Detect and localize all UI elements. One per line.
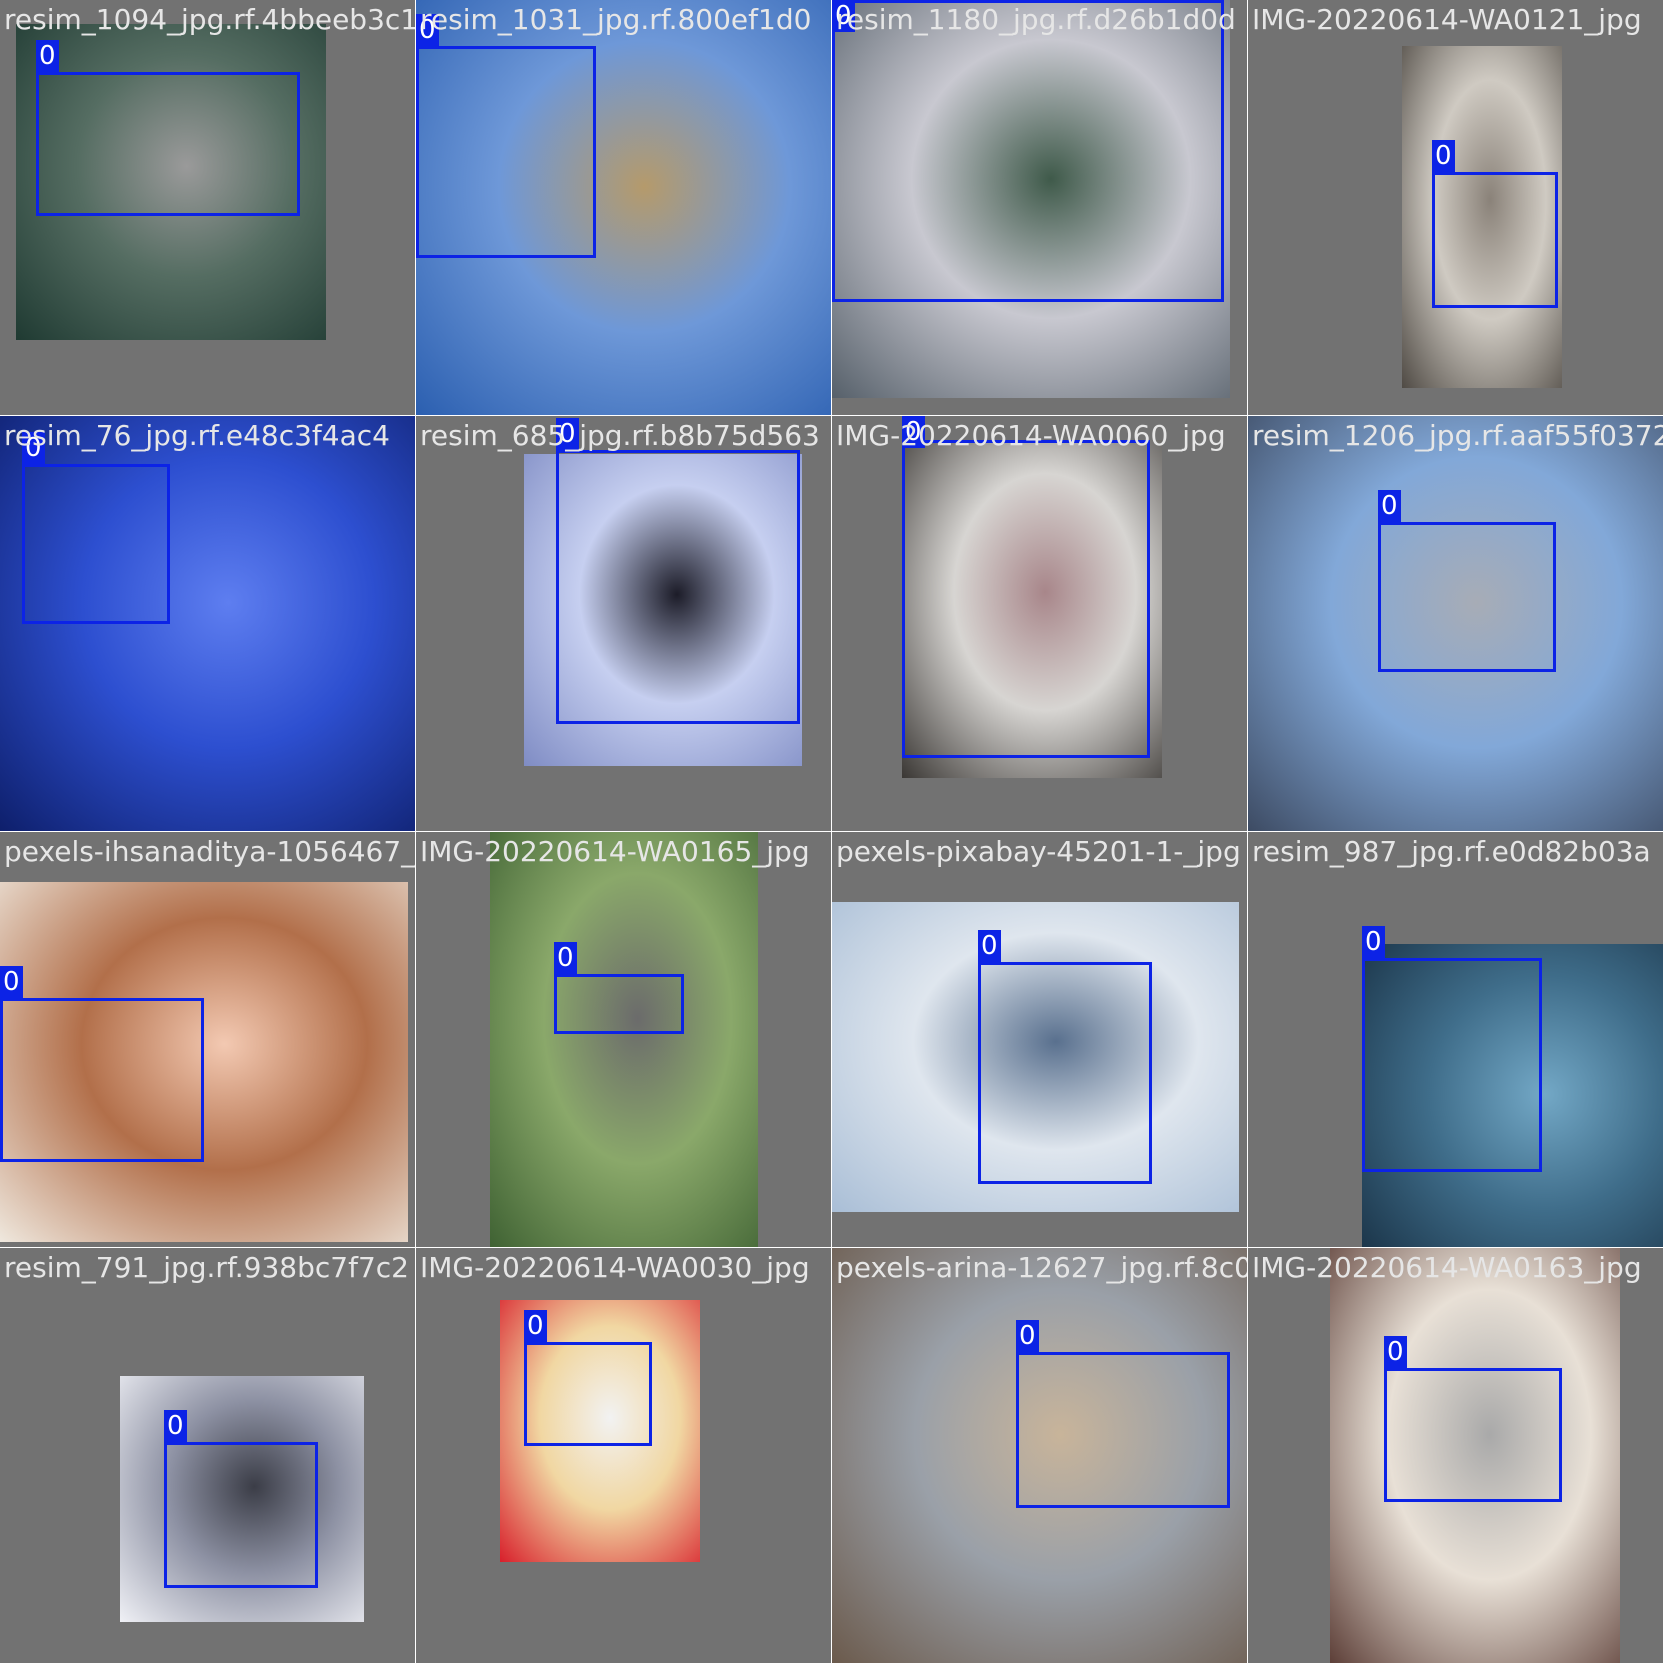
image-filename: pexels-pixabay-45201-1-_jpg bbox=[836, 835, 1241, 868]
class-label: 0 bbox=[1384, 1336, 1407, 1368]
image-filename: resim_791_jpg.rf.938bc7f7c2 bbox=[4, 1251, 409, 1284]
detection-box bbox=[554, 974, 684, 1034]
image-filename: resim_1031_jpg.rf.800ef1d0 bbox=[420, 3, 812, 36]
class-label: 0 bbox=[1016, 1320, 1039, 1352]
detection-box bbox=[524, 1342, 652, 1446]
mosaic-tile: 0 pexels-ihsanaditya-1056467_jpg.rf.0e56 bbox=[0, 832, 415, 1247]
detection-box bbox=[0, 998, 204, 1162]
class-label: 0 bbox=[1432, 140, 1455, 172]
image-filename: IMG-20220614-WA0163_jpg bbox=[1252, 1251, 1642, 1284]
class-label: 0 bbox=[524, 1310, 547, 1342]
class-label: 0 bbox=[978, 930, 1001, 962]
image-filename: IMG-20220614-WA0121_jpg bbox=[1252, 3, 1642, 36]
class-label: 0 bbox=[1378, 490, 1401, 522]
image-filename: resim_76_jpg.rf.e48c3f4ac4 bbox=[4, 419, 390, 452]
mosaic-tile: 0 resim_76_jpg.rf.e48c3f4ac4 bbox=[0, 416, 415, 831]
mosaic-tile: 0 IMG-20220614-WA0060_jpg bbox=[832, 416, 1247, 831]
detection-box bbox=[978, 962, 1152, 1184]
mosaic-tile: 0 resim_987_jpg.rf.e0d82b03a bbox=[1248, 832, 1663, 1247]
cat-photo bbox=[490, 832, 758, 1247]
image-filename: pexels-arina-12627_jpg.rf.8c03 bbox=[836, 1251, 1247, 1284]
mosaic-tile: 0 resim_1031_jpg.rf.800ef1d0 bbox=[416, 0, 831, 415]
detection-box bbox=[1016, 1352, 1230, 1508]
detection-box bbox=[36, 72, 300, 216]
image-filename: resim_1094_jpg.rf.4bbeeb3c1e799d7016949f bbox=[4, 3, 415, 36]
class-label: 0 bbox=[0, 966, 23, 998]
mosaic-tile: 0 resim_1206_jpg.rf.aaf55f0372c bbox=[1248, 416, 1663, 831]
mosaic-tile: 0 resim_1094_jpg.rf.4bbeeb3c1e799d7016949… bbox=[0, 0, 415, 415]
mosaic-tile: 0 resim_791_jpg.rf.938bc7f7c2 bbox=[0, 1248, 415, 1663]
detection-box bbox=[416, 46, 596, 258]
class-label: 0 bbox=[164, 1410, 187, 1442]
detection-mosaic: 0 resim_1094_jpg.rf.4bbeeb3c1e799d7016949… bbox=[0, 0, 1664, 1664]
detection-box bbox=[164, 1442, 318, 1588]
mosaic-tile: 0 resim_685_jpg.rf.b8b75d563 bbox=[416, 416, 831, 831]
detection-box bbox=[1384, 1368, 1562, 1502]
image-filename: resim_987_jpg.rf.e0d82b03a bbox=[1252, 835, 1651, 868]
image-filename: IMG-20220614-WA0060_jpg bbox=[836, 419, 1226, 452]
detection-box bbox=[1362, 958, 1542, 1172]
mosaic-tile: 0 IMG-20220614-WA0030_jpg bbox=[416, 1248, 831, 1663]
image-filename: resim_685_jpg.rf.b8b75d563 bbox=[420, 419, 820, 452]
mosaic-tile: 0 IMG-20220614-WA0165_jpg bbox=[416, 832, 831, 1247]
image-filename: IMG-20220614-WA0165_jpg bbox=[420, 835, 810, 868]
image-filename: resim_1180_jpg.rf.d26b1d0d bbox=[836, 3, 1236, 36]
mosaic-tile: 0 pexels-arina-12627_jpg.rf.8c03 bbox=[832, 1248, 1247, 1663]
detection-box bbox=[1378, 522, 1556, 672]
class-label: 0 bbox=[1362, 926, 1385, 958]
mosaic-tile: 0 IMG-20220614-WA0163_jpg bbox=[1248, 1248, 1663, 1663]
mosaic-tile: 0 resim_1180_jpg.rf.d26b1d0d bbox=[832, 0, 1247, 415]
mosaic-tile: 0 pexels-pixabay-45201-1-_jpg bbox=[832, 832, 1247, 1247]
image-filename: pexels-ihsanaditya-1056467_jpg.rf.0e56 bbox=[4, 835, 415, 868]
image-filename: resim_1206_jpg.rf.aaf55f0372c bbox=[1252, 419, 1663, 452]
class-label: 0 bbox=[554, 942, 577, 974]
image-filename: IMG-20220614-WA0030_jpg bbox=[420, 1251, 810, 1284]
detection-box bbox=[1432, 172, 1558, 308]
detection-box bbox=[22, 464, 170, 624]
class-label: 0 bbox=[36, 40, 59, 72]
mosaic-tile: 0 IMG-20220614-WA0121_jpg bbox=[1248, 0, 1663, 415]
detection-box bbox=[556, 450, 800, 724]
detection-box bbox=[832, 0, 1224, 302]
detection-box bbox=[902, 440, 1150, 758]
